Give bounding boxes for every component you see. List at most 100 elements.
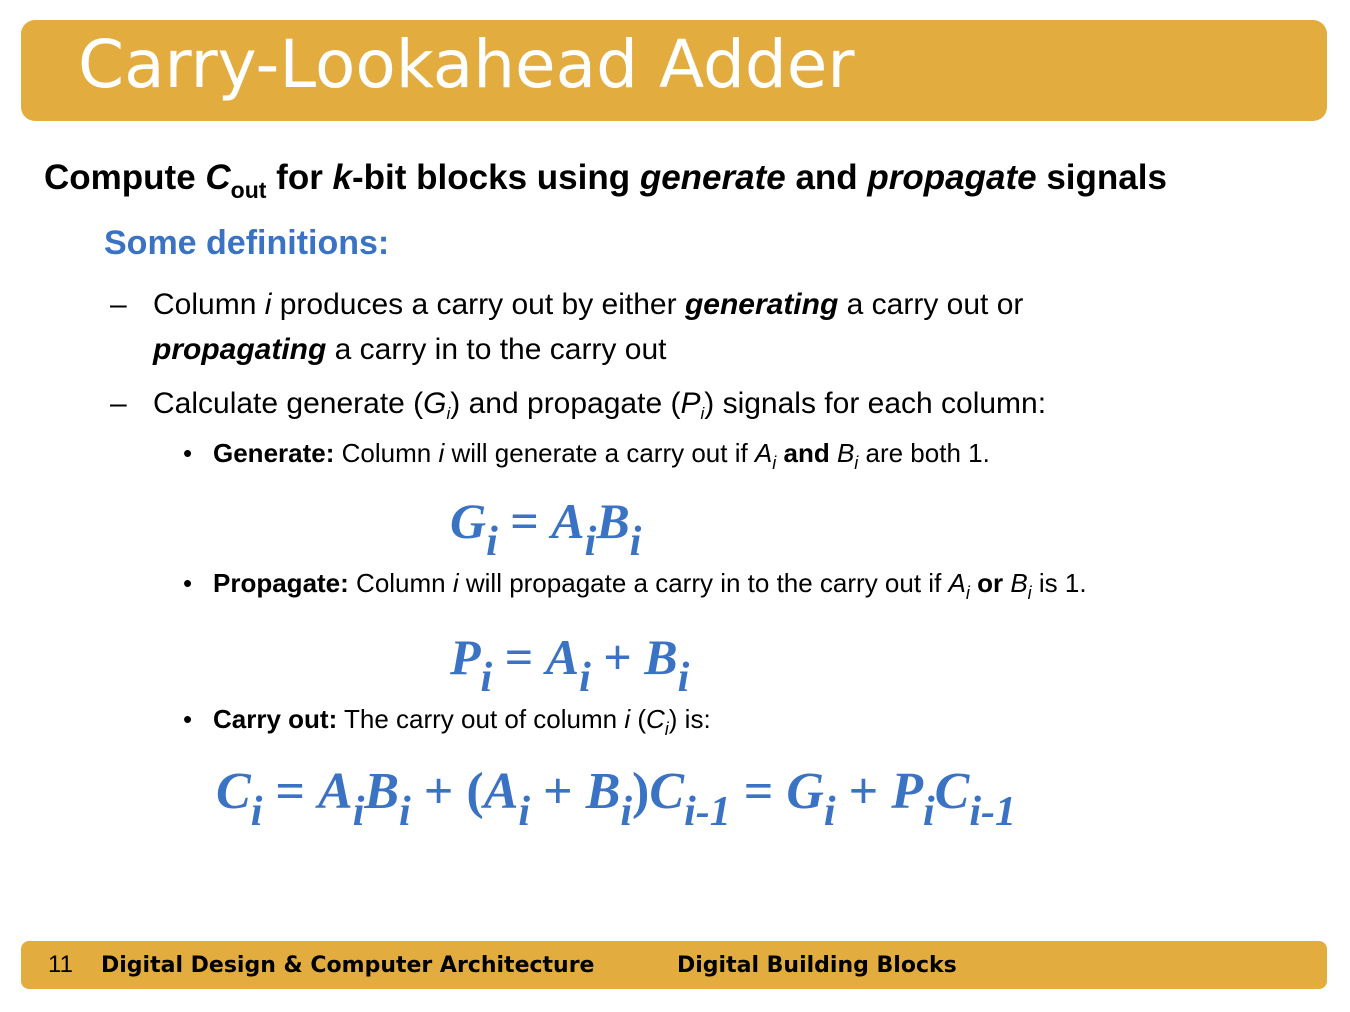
eq-sub: i bbox=[579, 655, 591, 701]
headline-c: C bbox=[205, 158, 231, 197]
text: Column bbox=[348, 568, 453, 598]
eq-b: B bbox=[585, 763, 621, 820]
text: produces a carry out by either bbox=[271, 288, 685, 321]
headline-text-3: -bit blocks using bbox=[352, 158, 640, 197]
eq-equals: = bbox=[497, 493, 552, 549]
eq-sub: i bbox=[620, 789, 633, 835]
eq-sub: i bbox=[629, 519, 642, 565]
bullet-dot: • bbox=[183, 438, 193, 468]
dash-item-1-line-1: Column i produces a carry out by either … bbox=[153, 282, 1023, 327]
eq-sub: i bbox=[399, 789, 411, 835]
text: will generate a carry out if bbox=[444, 438, 755, 468]
eq-sub: i bbox=[584, 519, 597, 565]
eq-sub: i bbox=[352, 789, 365, 835]
headline-text-1: Compute bbox=[44, 158, 206, 197]
footer-book-title: Digital Design & Computer Architecture bbox=[101, 953, 595, 978]
title-bar: Carry-Lookahead Adder bbox=[21, 20, 1327, 121]
text: ( bbox=[630, 704, 647, 734]
word-and: and bbox=[776, 438, 837, 468]
var-a: A bbox=[754, 438, 773, 468]
eq-a: A bbox=[545, 629, 580, 685]
eq-sub: i bbox=[923, 789, 935, 835]
dash-item-1-line-2: propagating a carry in to the carry out bbox=[153, 327, 1023, 372]
text: ) signals for each column: bbox=[704, 387, 1047, 420]
dash-marker: – bbox=[110, 288, 127, 321]
headline-text-4: and bbox=[785, 158, 868, 197]
eq-plus: + bbox=[530, 763, 586, 820]
eq-b: B bbox=[644, 629, 678, 685]
eq-equals: = bbox=[492, 629, 546, 685]
var-b: B bbox=[1010, 568, 1028, 598]
headline: Compute Cout for k-bit blocks using gene… bbox=[44, 158, 1167, 202]
text: Calculate generate ( bbox=[153, 387, 424, 420]
footer-bar: 11 Digital Design & Computer Architectur… bbox=[21, 941, 1327, 989]
eq-sub: i bbox=[480, 655, 493, 701]
text: is 1. bbox=[1031, 568, 1087, 598]
footer-chapter-title: Digital Building Blocks bbox=[677, 953, 957, 978]
bullet-label: Generate: bbox=[213, 438, 335, 468]
definitions-heading: Some definitions: bbox=[104, 224, 390, 262]
text: are both 1. bbox=[858, 438, 990, 468]
eq-sub-im1: i-1 bbox=[969, 789, 1017, 835]
eq-lparen: ( bbox=[466, 763, 484, 820]
equation-propagate: Pi = Ai + Bi bbox=[450, 628, 689, 699]
page-number: 11 bbox=[48, 951, 73, 978]
eq-sub-im1: i-1 bbox=[684, 789, 731, 835]
eq-plus: + bbox=[835, 763, 892, 820]
dash-item-2-body: Calculate generate (Gi) and propagate (P… bbox=[153, 381, 1046, 426]
var-a: A bbox=[948, 568, 966, 598]
var-g: G bbox=[423, 387, 447, 420]
eq-p: P bbox=[891, 763, 923, 820]
eq-a: A bbox=[551, 493, 585, 549]
term-propagating: propagating bbox=[153, 333, 327, 366]
bullet-dot: • bbox=[183, 568, 193, 598]
text: Column bbox=[334, 438, 439, 468]
eq-plus: + bbox=[410, 763, 467, 820]
eq-plus: + bbox=[590, 629, 645, 685]
var-b: B bbox=[836, 438, 855, 468]
text: ) is: bbox=[668, 704, 711, 734]
var-c: C bbox=[646, 704, 665, 734]
headline-generate: generate bbox=[639, 158, 786, 197]
bullet-carry-body: Carry out: The carry out of column i (Ci… bbox=[213, 704, 711, 738]
headline-k: k bbox=[332, 158, 353, 197]
eq-g: G bbox=[450, 493, 487, 549]
var-p: P bbox=[680, 387, 701, 420]
eq-equals: = bbox=[262, 763, 318, 820]
text: The carry out of column bbox=[337, 704, 625, 734]
eq-b: B bbox=[596, 493, 630, 549]
text: will propagate a carry in to the carry o… bbox=[458, 568, 949, 598]
eq-equals: = bbox=[730, 763, 787, 820]
bullet-label: Carry out: bbox=[213, 704, 338, 734]
eq-p: P bbox=[450, 629, 481, 685]
bullet-dot: • bbox=[183, 704, 193, 734]
headline-text-5: signals bbox=[1036, 158, 1167, 197]
eq-c: C bbox=[934, 763, 970, 820]
dash-item-1-body: Column i produces a carry out by either … bbox=[153, 282, 1023, 372]
bullet-propagate-body: Propagate: Column i will propagate a car… bbox=[213, 568, 1087, 602]
text: Column bbox=[153, 288, 265, 321]
word-or: or bbox=[969, 568, 1011, 598]
headline-text-2: for bbox=[266, 158, 333, 197]
text: a carry in to the carry out bbox=[326, 333, 667, 366]
eq-g: G bbox=[786, 763, 824, 820]
eq-a: A bbox=[318, 763, 353, 820]
dash-marker: – bbox=[110, 387, 127, 420]
term-generating: generating bbox=[684, 288, 839, 321]
eq-b: B bbox=[364, 763, 400, 820]
eq-c: C bbox=[216, 763, 251, 820]
text: ) and propagate ( bbox=[450, 387, 681, 420]
eq-sub: i bbox=[486, 519, 498, 565]
eq-sub: i bbox=[518, 789, 531, 835]
bullet-label: Propagate: bbox=[213, 568, 349, 598]
eq-a: A bbox=[483, 763, 519, 820]
equation-generate: Gi = AiBi bbox=[450, 492, 641, 563]
eq-rparen: ) bbox=[632, 763, 650, 820]
slide-title: Carry-Lookahead Adder bbox=[78, 26, 855, 103]
equation-carry: Ci = AiBi + (Ai + Bi)Ci-1 = Gi + PiCi-1 bbox=[216, 762, 1016, 833]
bullet-generate-body: Generate: Column i will generate a carry… bbox=[213, 438, 990, 472]
text: a carry out or bbox=[838, 288, 1024, 321]
headline-c-sub: out bbox=[230, 177, 267, 203]
headline-propagate: propagate bbox=[867, 158, 1037, 197]
eq-sub: i bbox=[677, 655, 690, 701]
